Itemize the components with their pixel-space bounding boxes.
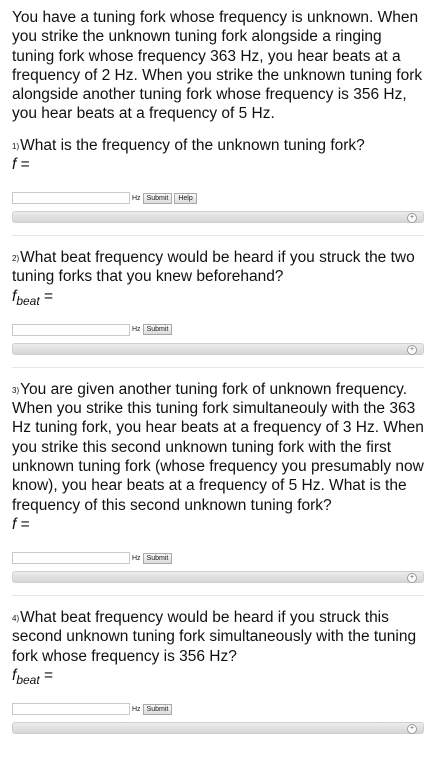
answer-row: Hz Submit [12, 551, 424, 565]
answer-row: Hz Submit [12, 702, 424, 716]
question-prompt: What beat frequency would be heard if yo… [12, 609, 417, 665]
plus-circle-icon[interactable]: + [407, 724, 417, 735]
question-2: 2)What beat frequency would be heard if … [12, 248, 424, 355]
equals-sign: = [39, 666, 54, 684]
question-4: 4)What beat frequency would be heard if … [12, 608, 424, 735]
submit-button[interactable]: Submit [142, 324, 173, 336]
unit-label: Hz [132, 705, 141, 713]
submit-button[interactable]: Submit [142, 192, 173, 204]
answer-row: Hz Submit Help [12, 191, 424, 205]
question-prompt: What is the frequency of the unknown tun… [20, 136, 365, 154]
unit-label: Hz [132, 194, 141, 202]
equals-sign: = [39, 287, 54, 305]
question-1: 1)What is the frequency of the unknown t… [12, 136, 424, 224]
answer-input[interactable] [12, 192, 130, 205]
answer-input[interactable] [12, 703, 130, 716]
divider [12, 366, 424, 368]
unit-label: Hz [132, 554, 141, 562]
question-prompt: You are given another tuning fork of unk… [12, 380, 424, 514]
question-prompt: What beat frequency would be heard if yo… [12, 249, 415, 286]
answer-variable: fbeat = [12, 666, 424, 690]
answer-variable: f = [12, 515, 424, 539]
answer-row: Hz Submit [12, 323, 424, 337]
variable-subscript: beat [16, 673, 40, 688]
problem-page: You have a tuning fork whose frequency i… [0, 0, 432, 735]
help-button[interactable]: Help [174, 192, 197, 204]
equals-sign: = [16, 515, 30, 533]
equals-sign: = [16, 156, 30, 174]
answer-variable: f = [12, 155, 424, 179]
answer-input[interactable] [12, 552, 130, 565]
variable-subscript: beat [16, 293, 40, 308]
question-text: 4)What beat frequency would be heard if … [12, 608, 424, 666]
divider [12, 235, 424, 237]
question-text: 1)What is the frequency of the unknown t… [12, 136, 424, 155]
unit-label: Hz [132, 326, 141, 334]
answer-input[interactable] [12, 323, 130, 336]
question-text: 3)You are given another tuning fork of u… [12, 380, 424, 515]
question-text: 2)What beat frequency would be heard if … [12, 248, 424, 287]
question-number: 2) [12, 254, 20, 264]
question-number: 1) [12, 141, 20, 151]
answer-variable: fbeat = [12, 287, 424, 311]
expand-bar[interactable]: + [12, 722, 424, 735]
expand-bar[interactable]: + [12, 571, 424, 584]
divider [12, 595, 424, 597]
submit-button[interactable]: Submit [142, 703, 173, 715]
question-number: 3) [12, 385, 20, 395]
problem-intro: You have a tuning fork whose frequency i… [12, 9, 423, 123]
submit-button[interactable]: Submit [142, 552, 173, 564]
expand-bar[interactable]: + [12, 211, 424, 224]
plus-circle-icon[interactable]: + [407, 344, 417, 355]
plus-circle-icon[interactable]: + [407, 213, 417, 224]
question-number: 4) [12, 614, 20, 624]
expand-bar[interactable]: + [12, 342, 424, 355]
question-3: 3)You are given another tuning fork of u… [12, 380, 424, 584]
plus-circle-icon[interactable]: + [407, 573, 417, 584]
